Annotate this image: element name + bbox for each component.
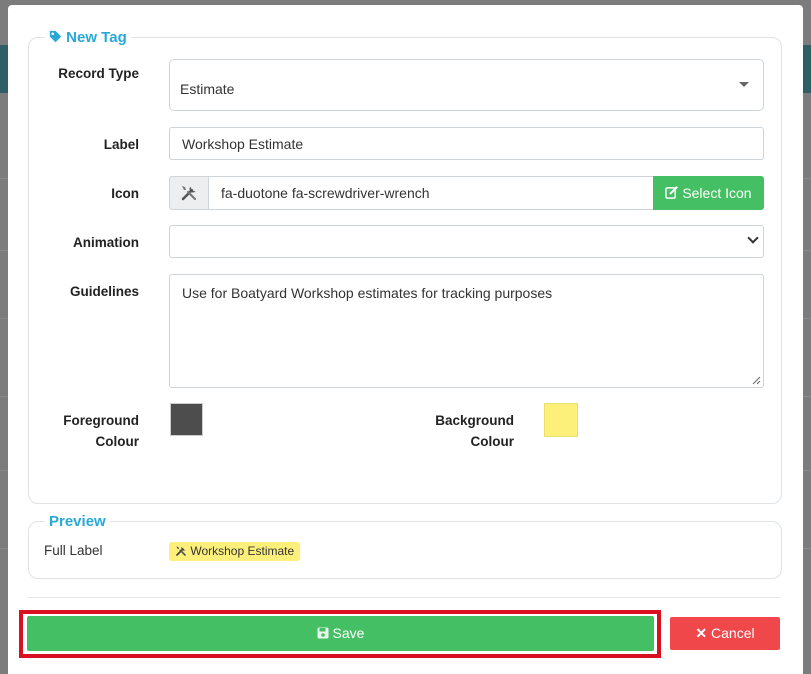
- close-icon: ✕: [695, 625, 708, 641]
- background-label-line1: Background: [435, 413, 514, 428]
- guidelines-value: Use for Boatyard Workshop estimates for …: [182, 285, 553, 301]
- preview-tag-text: Workshop Estimate: [190, 544, 295, 558]
- tag-icon: [49, 30, 62, 43]
- label-input-value: Workshop Estimate: [182, 136, 304, 152]
- footer-divider: [28, 597, 780, 598]
- record-type-label: Record Type: [58, 66, 139, 81]
- new-tag-modal: New Tag Record Type Estimate Label Works…: [8, 5, 803, 674]
- record-type-select[interactable]: Estimate: [169, 59, 764, 111]
- screwdriver-wrench-icon: [181, 186, 197, 201]
- animation-select[interactable]: [169, 225, 764, 258]
- animation-label: Animation: [73, 235, 139, 250]
- icon-class-value: fa-duotone fa-screwdriver-wrench: [221, 185, 430, 201]
- label-input[interactable]: Workshop Estimate: [169, 127, 764, 160]
- foreground-label-line2: Colour: [95, 434, 140, 449]
- label-field-label: Label: [103, 137, 139, 152]
- foreground-colour-label: Foreground Colour: [29, 410, 139, 452]
- select-icon-button[interactable]: Select Icon: [653, 176, 764, 210]
- foreground-colour-swatch[interactable]: [170, 403, 203, 436]
- guidelines-textarea[interactable]: Use for Boatyard Workshop estimates for …: [169, 274, 764, 388]
- icon-class-input[interactable]: fa-duotone fa-screwdriver-wrench: [208, 176, 654, 210]
- background-colour-label: Background Colour: [404, 410, 514, 452]
- chevron-down-icon: [747, 232, 759, 244]
- background-label-line2: Colour: [470, 434, 515, 449]
- preview-tag: Workshop Estimate: [169, 542, 301, 561]
- new-tag-title: New Tag: [66, 29, 127, 46]
- full-label-caption: Full Label: [44, 543, 103, 558]
- panel-title: New Tag: [45, 29, 131, 46]
- edit-icon: [665, 186, 679, 199]
- resize-handle-icon[interactable]: [752, 376, 761, 385]
- cancel-label: Cancel: [711, 625, 755, 641]
- record-type-value: Estimate: [180, 81, 235, 97]
- guidelines-label: Guidelines: [69, 284, 139, 299]
- background-colour-swatch[interactable]: [544, 403, 578, 437]
- caret-down-icon: [739, 82, 749, 87]
- floppy-disk-icon: [317, 627, 329, 639]
- icon-preview-addon: [169, 176, 209, 210]
- icon-field-label: Icon: [111, 186, 139, 201]
- save-label: Save: [332, 625, 365, 641]
- cancel-button[interactable]: ✕ Cancel: [670, 617, 780, 650]
- select-icon-label: Select Icon: [682, 185, 752, 201]
- save-button[interactable]: Save: [27, 616, 654, 651]
- preview-panel: Preview: [28, 513, 782, 579]
- foreground-label-line1: Foreground: [63, 413, 139, 428]
- screwdriver-wrench-icon: [176, 546, 186, 556]
- preview-title: Preview: [49, 513, 106, 530]
